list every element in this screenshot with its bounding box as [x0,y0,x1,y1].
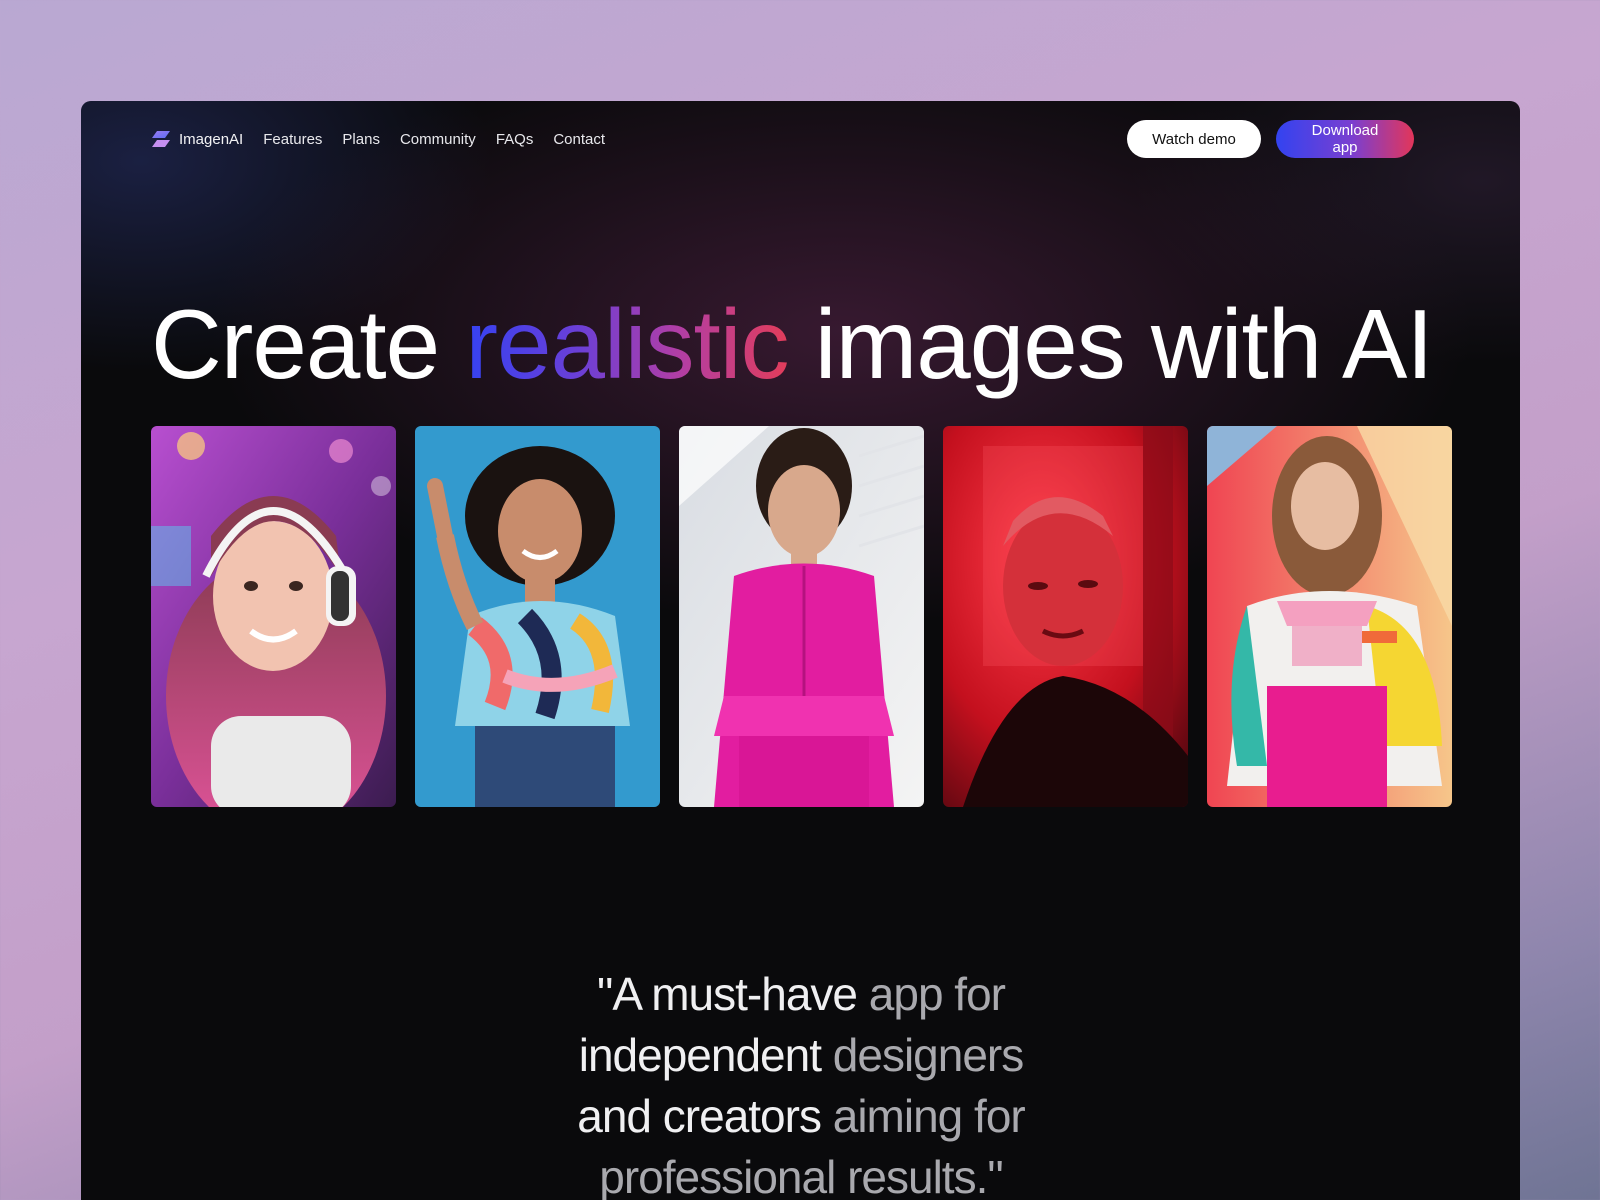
nav-link-community[interactable]: Community [400,131,476,148]
brand-home-link[interactable]: ImagenAI [151,130,243,148]
nav-left: ImagenAI Features Plans Community FAQs C… [151,130,625,148]
hero-title: Create realistic images with AI [151,289,1471,399]
nav-actions: Watch demo Download app [1127,120,1414,158]
hero-title-start: Create [151,289,466,399]
quote-line2-b: designers [832,1029,1024,1081]
quote-line1-b: app for [868,968,1006,1020]
download-app-button[interactable]: Download app [1276,120,1414,158]
landing-page-window: ImagenAI Features Plans Community FAQs C… [81,101,1520,1200]
nav-link-faqs[interactable]: FAQs [496,131,534,148]
top-nav: ImagenAI Features Plans Community FAQs C… [151,119,1414,159]
hero-title-accent: realistic [465,289,789,399]
quote-line3-b: aiming for [832,1090,1026,1142]
quote-line4: professional results." [599,1151,1003,1200]
nav-link-features[interactable]: Features [263,131,322,148]
woman-headphones-pink-hair-photo[interactable] [151,426,396,807]
imagenai-logo-icon [152,131,170,147]
watch-demo-button[interactable]: Watch demo [1127,120,1261,158]
quote-line2-a: independent [578,1029,833,1081]
person-red-light-portrait-photo[interactable] [943,426,1188,807]
woman-magenta-suit-photo[interactable] [679,426,924,807]
testimonial-quote: "A must-have app for independent designe… [541,964,1061,1200]
hero-title-end: images with AI [788,289,1434,399]
woman-colorful-jacket-photo[interactable] [1207,426,1452,807]
woman-curly-hair-colorful-top-photo[interactable] [415,426,660,807]
brand-name: ImagenAI [179,130,244,148]
image-gallery [151,426,1452,807]
quote-line3-a: and creators [577,1090,833,1142]
nav-link-contact[interactable]: Contact [553,131,605,148]
nav-link-plans[interactable]: Plans [342,131,380,148]
quote-line1-a: "A must-have [596,968,869,1020]
